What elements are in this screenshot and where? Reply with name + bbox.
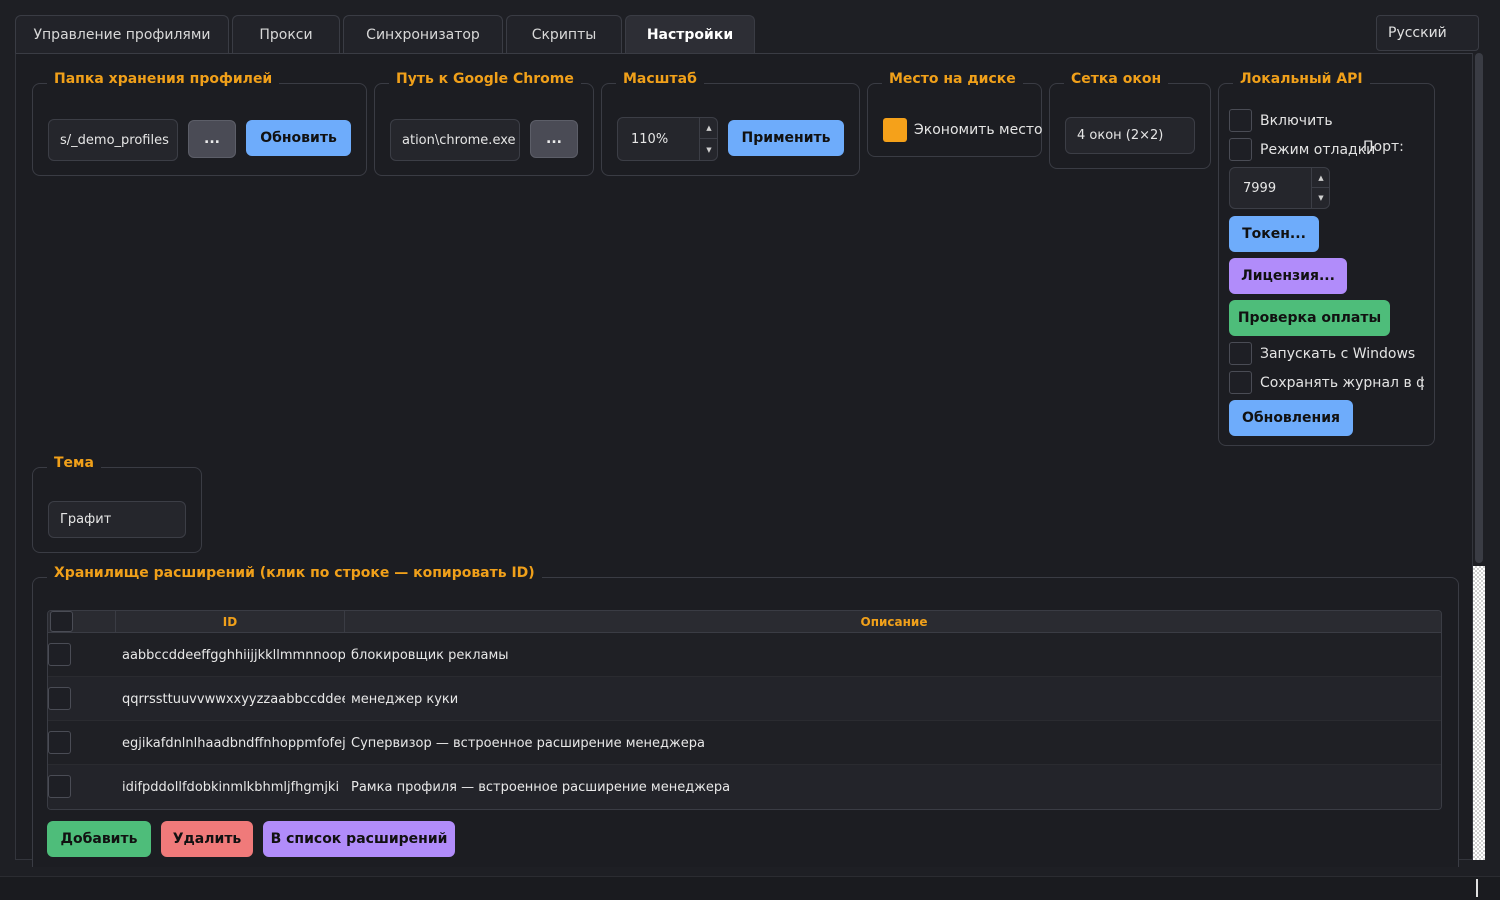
license-button[interactable]: Лицензия... bbox=[1229, 258, 1347, 294]
row-checkbox[interactable] bbox=[48, 643, 71, 666]
local-api-title: Локальный API bbox=[1233, 71, 1370, 87]
extension-id: aabbccddeeffgghhiijjkkllmmnnoopp bbox=[122, 647, 345, 663]
scale-value: 110% bbox=[631, 131, 669, 147]
table-row[interactable]: qqrrssttuuvvwwxxyyzzaabbccddeeff менедже… bbox=[48, 677, 1441, 721]
save-log-checkbox[interactable] bbox=[1229, 371, 1252, 394]
row-checkbox[interactable] bbox=[48, 775, 71, 798]
save-space-label: Экономить место bbox=[914, 122, 1043, 138]
apply-scale-button[interactable]: Применить bbox=[728, 120, 844, 156]
tab-settings[interactable]: Настройки bbox=[625, 15, 755, 54]
resize-grip-icon[interactable] bbox=[1476, 879, 1478, 897]
tab-profiles[interactable]: Управление профилями bbox=[15, 15, 229, 54]
row-checkbox[interactable] bbox=[48, 731, 71, 754]
scale-spin-arrows: ▲ ▼ bbox=[699, 118, 718, 160]
delete-extension-button[interactable]: Удалить bbox=[161, 821, 253, 857]
profiles-folder-title: Папка хранения профилей bbox=[47, 71, 280, 87]
port-value: 7999 bbox=[1243, 180, 1277, 196]
port-spinbox[interactable]: 7999 ▲ ▼ bbox=[1229, 167, 1330, 209]
chrome-path-title: Путь к Google Chrome bbox=[389, 71, 581, 87]
autostart-label: Запускать с Windows bbox=[1260, 346, 1416, 362]
tab-synchronizer[interactable]: Синхронизатор bbox=[343, 15, 503, 54]
chrome-path-group: Путь к Google Chrome ation\chrome.exe ..… bbox=[374, 71, 594, 176]
disk-space-title: Место на диске bbox=[882, 71, 1023, 87]
port-label: Порт: bbox=[1363, 139, 1404, 155]
extensions-table: ID Описание aabbccddeeffgghhiijjkkllmmnn… bbox=[47, 610, 1442, 810]
settings-panel: Папка хранения профилей s/_demo_profiles… bbox=[15, 53, 1473, 867]
spin-down-icon[interactable]: ▼ bbox=[700, 139, 718, 160]
scrollbar-track-lower[interactable] bbox=[1473, 566, 1485, 860]
debug-mode-label: Режим отладки bbox=[1260, 142, 1376, 158]
tab-bar: Управление профилями Прокси Синхронизато… bbox=[0, 0, 1500, 54]
disk-space-group: Место на диске Экономить место bbox=[867, 71, 1043, 157]
debug-mode-checkbox[interactable] bbox=[1229, 138, 1252, 161]
extension-id: qqrrssttuuvvwwxxyyzzaabbccddeeff bbox=[122, 691, 345, 707]
check-payment-button[interactable]: Проверка оплаты bbox=[1229, 300, 1390, 336]
save-space-checkbox[interactable] bbox=[883, 118, 907, 142]
extension-description: Рамка профиля — встроенное расширение ме… bbox=[351, 779, 731, 795]
tab-proxy[interactable]: Прокси bbox=[232, 15, 340, 54]
local-api-group: Локальный API Включить Режим отладки Пор… bbox=[1218, 71, 1435, 446]
add-extension-button[interactable]: Добавить bbox=[47, 821, 151, 857]
table-row[interactable]: aabbccddeeffgghhiijjkkllmmnnoopp блокиро… bbox=[48, 633, 1441, 677]
chrome-path-input[interactable]: ation\chrome.exe bbox=[390, 119, 520, 161]
profiles-folder-input[interactable]: s/_demo_profiles bbox=[48, 119, 178, 161]
autostart-checkbox[interactable] bbox=[1229, 342, 1252, 365]
token-button[interactable]: Токен... bbox=[1229, 216, 1319, 252]
select-all-column-header bbox=[48, 611, 116, 633]
table-header: ID Описание bbox=[48, 611, 1441, 633]
extension-id: egjikafdnlnlhaadbndffnhoppmfofej bbox=[122, 735, 345, 751]
scale-group: Масштаб 110% ▲ ▼ Применить bbox=[601, 71, 860, 176]
extension-description: менеджер куки bbox=[351, 691, 459, 707]
scale-title: Масштаб bbox=[616, 71, 704, 87]
tab-scripts[interactable]: Скрипты bbox=[506, 15, 622, 54]
updates-button[interactable]: Обновления bbox=[1229, 400, 1353, 436]
extension-id: idifpddollfdobkinmlkbhmljfhgmjki bbox=[122, 779, 340, 795]
language-select[interactable]: Русский bbox=[1376, 15, 1479, 51]
windows-grid-title: Сетка окон bbox=[1064, 71, 1169, 87]
extension-description: блокировщик рекламы bbox=[351, 647, 509, 663]
spin-down-icon[interactable]: ▼ bbox=[1312, 188, 1330, 208]
save-log-label: Сохранять журнал в файл bbox=[1260, 375, 1424, 391]
table-row[interactable]: idifpddollfdobkinmlkbhmljfhgmjki Рамка п… bbox=[48, 765, 1441, 809]
chrome-path-browse-button[interactable]: ... bbox=[530, 120, 578, 158]
theme-group: Тема Графит bbox=[32, 455, 202, 553]
profiles-folder-group: Папка хранения профилей s/_demo_profiles… bbox=[32, 71, 367, 176]
port-spin-arrows: ▲ ▼ bbox=[1311, 168, 1330, 208]
enable-api-checkbox[interactable] bbox=[1229, 109, 1252, 132]
profiles-folder-browse-button[interactable]: ... bbox=[188, 120, 236, 158]
theme-select[interactable]: Графит bbox=[48, 501, 186, 538]
scale-spinbox[interactable]: 110% ▲ ▼ bbox=[617, 117, 718, 161]
enable-api-label: Включить bbox=[1260, 113, 1333, 129]
theme-title: Тема bbox=[47, 455, 101, 471]
row-checkbox[interactable] bbox=[48, 687, 71, 710]
refresh-button[interactable]: Обновить bbox=[246, 120, 351, 156]
extensions-title: Хранилище расширений (клик по строке — к… bbox=[47, 565, 542, 581]
description-column-header[interactable]: Описание bbox=[345, 611, 1441, 633]
spin-up-icon[interactable]: ▲ bbox=[1312, 168, 1330, 188]
select-all-checkbox[interactable] bbox=[50, 611, 73, 632]
scrollbar-thumb[interactable] bbox=[1475, 53, 1483, 563]
spin-up-icon[interactable]: ▲ bbox=[700, 118, 718, 139]
windows-grid-select[interactable]: 4 окон (2×2) bbox=[1065, 117, 1195, 154]
to-extensions-list-button[interactable]: В список расширений bbox=[263, 821, 455, 857]
status-bar bbox=[0, 876, 1500, 900]
table-row[interactable]: egjikafdnlnlhaadbndffnhoppmfofej Суперви… bbox=[48, 721, 1441, 765]
extension-description: Супервизор — встроенное расширение менед… bbox=[351, 735, 705, 751]
id-column-header[interactable]: ID bbox=[116, 611, 345, 633]
windows-grid-group: Сетка окон 4 окон (2×2) bbox=[1049, 71, 1211, 169]
